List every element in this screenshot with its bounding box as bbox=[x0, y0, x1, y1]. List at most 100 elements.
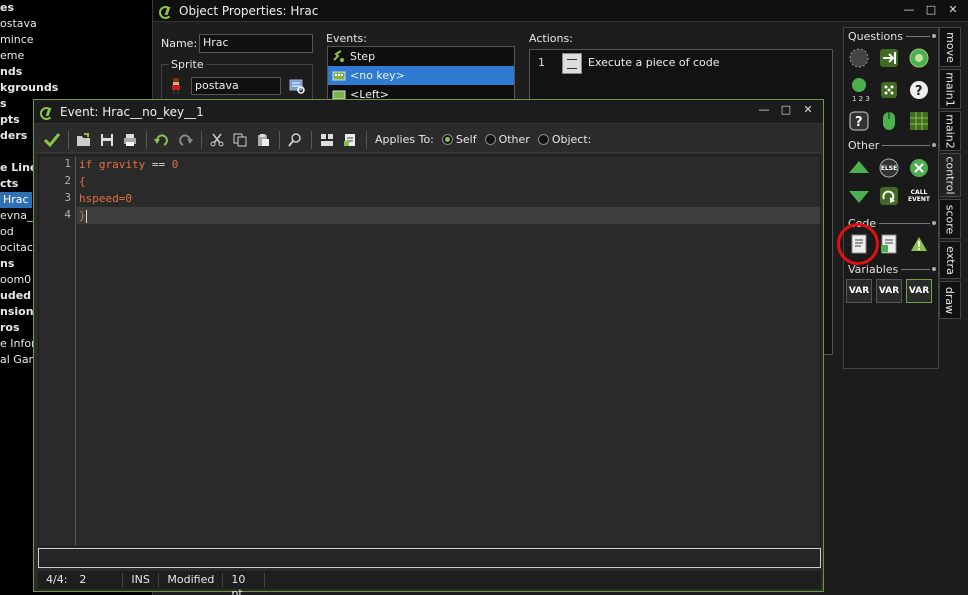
script-icon[interactable] bbox=[339, 129, 361, 151]
maximize-icon[interactable]: □ bbox=[777, 103, 795, 117]
comment-button[interactable] bbox=[906, 231, 932, 257]
svg-text:1 2 3: 1 2 3 bbox=[852, 95, 870, 103]
status-font-size: 10 pt bbox=[223, 573, 266, 595]
applies-to-group: Applies To: Self Other Object: bbox=[375, 133, 591, 146]
print-icon[interactable] bbox=[119, 129, 141, 151]
check-grid-button[interactable] bbox=[906, 108, 932, 134]
tree-item[interactable]: ostava bbox=[0, 16, 37, 32]
test-chance-button[interactable] bbox=[876, 77, 902, 103]
applies-other-label[interactable]: Other bbox=[499, 133, 530, 146]
tree-item[interactable]: oom0 bbox=[0, 272, 31, 288]
tab-control[interactable]: control bbox=[939, 153, 961, 197]
code-toolbar: Applies To: Self Other Object: bbox=[35, 127, 822, 153]
test-instance-count-button[interactable]: 1 2 3 bbox=[846, 77, 872, 103]
find-bar[interactable] bbox=[38, 548, 821, 568]
tab-move[interactable]: move bbox=[939, 27, 961, 67]
test-empty-button[interactable] bbox=[846, 45, 872, 71]
gamemaker-logo-icon bbox=[40, 106, 54, 120]
tree-item[interactable]: ns bbox=[0, 256, 14, 272]
code-line[interactable]: } bbox=[79, 207, 87, 224]
code-editor[interactable]: 1 2 3 4 if gravity == 0 { hspeed=0 } bbox=[38, 155, 821, 547]
line-number: 2 bbox=[64, 174, 71, 187]
code-line[interactable]: hspeed=0 bbox=[79, 190, 132, 207]
exit-event-button[interactable] bbox=[906, 155, 932, 181]
applies-object-radio[interactable] bbox=[537, 134, 549, 145]
tab-score[interactable]: score bbox=[939, 199, 961, 239]
else-button[interactable]: ELSE bbox=[876, 155, 902, 181]
step-icon bbox=[332, 50, 346, 63]
gamemaker-logo-icon bbox=[159, 5, 173, 19]
name-field[interactable]: Hrac bbox=[199, 34, 313, 53]
end-block-button[interactable] bbox=[846, 183, 872, 209]
minimize-icon[interactable]: — bbox=[900, 3, 918, 17]
tree-item[interactable]: eme bbox=[0, 48, 24, 64]
call-event-button[interactable]: CALL EVENT bbox=[906, 183, 932, 209]
code-editor-window: Event: Hrac__no_key__1 — □ ✕ Applies To:… bbox=[33, 99, 824, 595]
tree-item[interactable]: mince bbox=[0, 32, 34, 48]
toolbar-divider bbox=[366, 130, 367, 149]
sprite-field[interactable]: postava bbox=[191, 77, 281, 95]
code-line[interactable]: if gravity == 0 bbox=[79, 156, 178, 173]
confirm-icon[interactable] bbox=[41, 129, 63, 151]
action-row[interactable]: 1 Execute a piece of code bbox=[530, 50, 832, 76]
applies-object-label[interactable]: Object: bbox=[552, 133, 592, 146]
toolbar-divider bbox=[201, 130, 202, 149]
tree-item[interactable]: ders bbox=[0, 128, 27, 144]
code-window-titlebar[interactable]: Event: Hrac__no_key__1 — □ ✕ bbox=[34, 100, 823, 124]
check-question-button[interactable]: ? bbox=[906, 77, 932, 103]
line-number: 1 bbox=[64, 157, 71, 170]
paste-icon[interactable] bbox=[252, 129, 274, 151]
set-variable-button[interactable]: VAR bbox=[846, 279, 872, 303]
undo-icon[interactable] bbox=[151, 129, 173, 151]
close-icon[interactable]: ✕ bbox=[944, 3, 962, 17]
tree-item[interactable]: s bbox=[0, 96, 7, 112]
copy-icon[interactable] bbox=[229, 129, 251, 151]
event-item-step[interactable]: Step bbox=[328, 47, 514, 66]
draw-variable-button[interactable]: VAR bbox=[906, 279, 932, 303]
start-block-button[interactable] bbox=[846, 155, 872, 181]
execute-script-button[interactable] bbox=[876, 231, 902, 257]
code-line[interactable]: { bbox=[79, 173, 86, 190]
events-label: Events: bbox=[326, 32, 367, 45]
save-icon[interactable] bbox=[96, 129, 118, 151]
load-icon[interactable] bbox=[73, 129, 95, 151]
tab-main1[interactable]: main1 bbox=[939, 69, 961, 109]
close-icon[interactable]: ✕ bbox=[799, 103, 817, 117]
test-collision-button[interactable] bbox=[876, 45, 902, 71]
tab-main2[interactable]: main2 bbox=[939, 111, 961, 151]
tree-item[interactable]: ocitac bbox=[0, 240, 33, 256]
event-item-no-key[interactable]: <no key> bbox=[328, 66, 514, 85]
applies-self-label[interactable]: Self bbox=[456, 133, 477, 146]
section-questions: Questions bbox=[848, 29, 936, 43]
tree-item[interactable]: kgrounds bbox=[0, 80, 58, 96]
tree-item[interactable]: cts bbox=[0, 176, 18, 192]
test-mouse-button[interactable] bbox=[876, 108, 902, 134]
sprite-thumbnail-icon bbox=[169, 78, 183, 94]
minimize-icon[interactable]: — bbox=[755, 103, 773, 117]
tree-item[interactable]: nds bbox=[0, 64, 22, 80]
tree-item[interactable]: ros bbox=[0, 320, 20, 336]
test-question-button[interactable]: ? bbox=[846, 108, 872, 134]
tree-item[interactable]: od bbox=[0, 224, 14, 240]
check-object-button[interactable] bbox=[906, 45, 932, 71]
sprite-browse-icon[interactable] bbox=[289, 78, 305, 94]
maximize-icon[interactable]: □ bbox=[922, 3, 940, 17]
tab-draw[interactable]: draw bbox=[939, 281, 961, 319]
tree-item-selected[interactable]: Hrac bbox=[0, 192, 32, 208]
tree-item[interactable]: pts bbox=[0, 112, 20, 128]
line-number: 4 bbox=[64, 208, 71, 221]
repeat-button[interactable] bbox=[876, 183, 902, 209]
test-variable-button[interactable]: VAR bbox=[876, 279, 902, 303]
resources-icon[interactable] bbox=[316, 129, 338, 151]
applies-self-radio[interactable] bbox=[441, 134, 453, 145]
events-list[interactable]: Step <no key> <Left> bbox=[327, 46, 515, 106]
tree-item[interactable]: es bbox=[0, 0, 14, 16]
object-window-titlebar[interactable]: Object Properties: Hrac — □ ✕ bbox=[153, 0, 968, 22]
redo-icon[interactable] bbox=[174, 129, 196, 151]
find-icon[interactable] bbox=[284, 129, 306, 151]
applies-other-radio[interactable] bbox=[484, 134, 496, 145]
cut-icon[interactable] bbox=[206, 129, 228, 151]
library-tabs: move main1 main2 control score extra dra… bbox=[939, 27, 961, 319]
sprite-label: Sprite bbox=[169, 58, 206, 71]
tab-extra[interactable]: extra bbox=[939, 241, 961, 279]
